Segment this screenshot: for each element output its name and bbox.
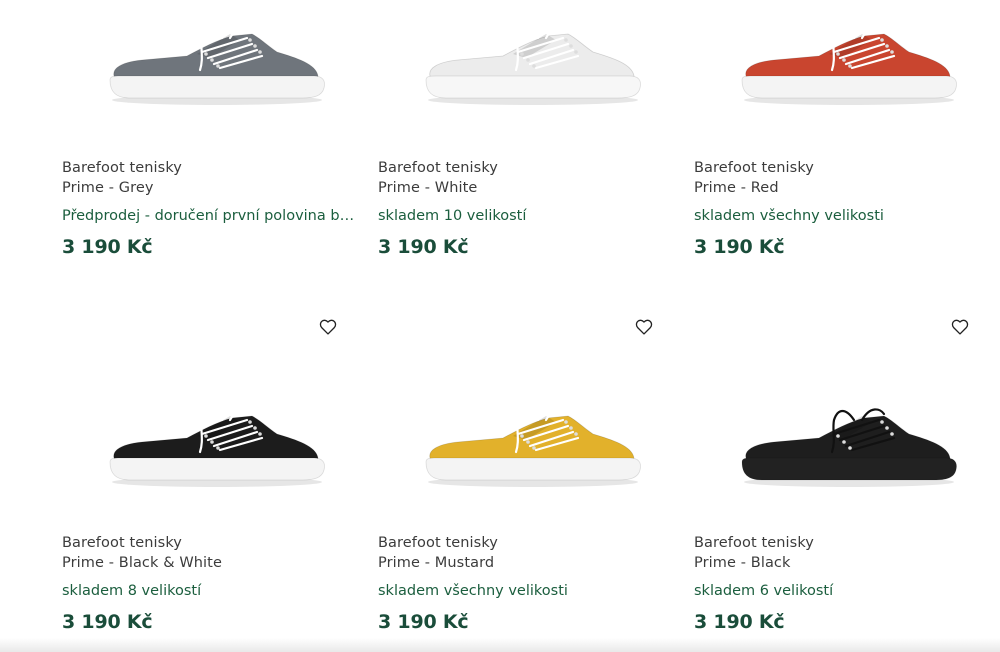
product-price: 3 190 Kč [694, 611, 785, 633]
wishlist-heart-icon[interactable] [635, 319, 655, 339]
product-image[interactable] [734, 400, 1000, 490]
product-name[interactable]: Prime - Mustard [378, 555, 494, 571]
product-category[interactable]: Barefoot tenisky [694, 535, 814, 551]
wishlist-heart-icon[interactable] [951, 319, 971, 339]
stock-status: Předprodej - doručení první polovina bře… [62, 208, 358, 224]
product-image[interactable] [102, 400, 402, 490]
stock-status: skladem 6 velikostí [694, 583, 834, 599]
wishlist-heart-icon[interactable] [319, 319, 339, 339]
stock-status: skladem 10 velikostí [378, 208, 527, 224]
product-image[interactable] [418, 400, 718, 490]
stock-status: skladem 8 velikostí [62, 583, 202, 599]
stock-status: skladem všechny velikosti [694, 208, 884, 224]
product-category[interactable]: Barefoot tenisky [378, 160, 498, 176]
product-price: 3 190 Kč [378, 611, 469, 633]
product-price: 3 190 Kč [378, 236, 469, 258]
product-image[interactable] [418, 18, 718, 108]
product-price: 3 190 Kč [62, 611, 153, 633]
product-name[interactable]: Prime - Black & White [62, 555, 222, 571]
product-grid: Barefoot tenisky Prime - Grey Předprodej -… [0, 0, 1000, 652]
product-image[interactable] [734, 18, 1000, 108]
product-card[interactable]: Barefoot tenisky Prime - Grey Předprodej -… [62, 0, 362, 300]
product-image[interactable] [102, 18, 402, 108]
product-card[interactable]: Barefoot tenisky Prime - Black & White skl… [62, 300, 362, 633]
product-card[interactable]: Barefoot tenisky Prime - Black skladem 6 v… [694, 300, 994, 633]
product-name[interactable]: Prime - Red [694, 180, 779, 196]
page-bottom-shadow [0, 638, 1000, 652]
product-category[interactable]: Barefoot tenisky [694, 160, 814, 176]
product-card[interactable]: Barefoot tenisky Prime - White skladem 10 … [378, 0, 678, 300]
product-card[interactable]: Barefoot tenisky Prime - Red skladem všech… [694, 0, 994, 300]
product-name[interactable]: Prime - White [378, 180, 477, 196]
product-name[interactable]: Prime - Grey [62, 180, 154, 196]
product-category[interactable]: Barefoot tenisky [62, 535, 182, 551]
stock-status: skladem všechny velikosti [378, 583, 568, 599]
product-price: 3 190 Kč [694, 236, 785, 258]
product-price: 3 190 Kč [62, 236, 153, 258]
product-name[interactable]: Prime - Black [694, 555, 791, 571]
product-category[interactable]: Barefoot tenisky [378, 535, 498, 551]
product-category[interactable]: Barefoot tenisky [62, 160, 182, 176]
product-card[interactable]: Barefoot tenisky Prime - Mustard skladem v… [378, 300, 678, 633]
